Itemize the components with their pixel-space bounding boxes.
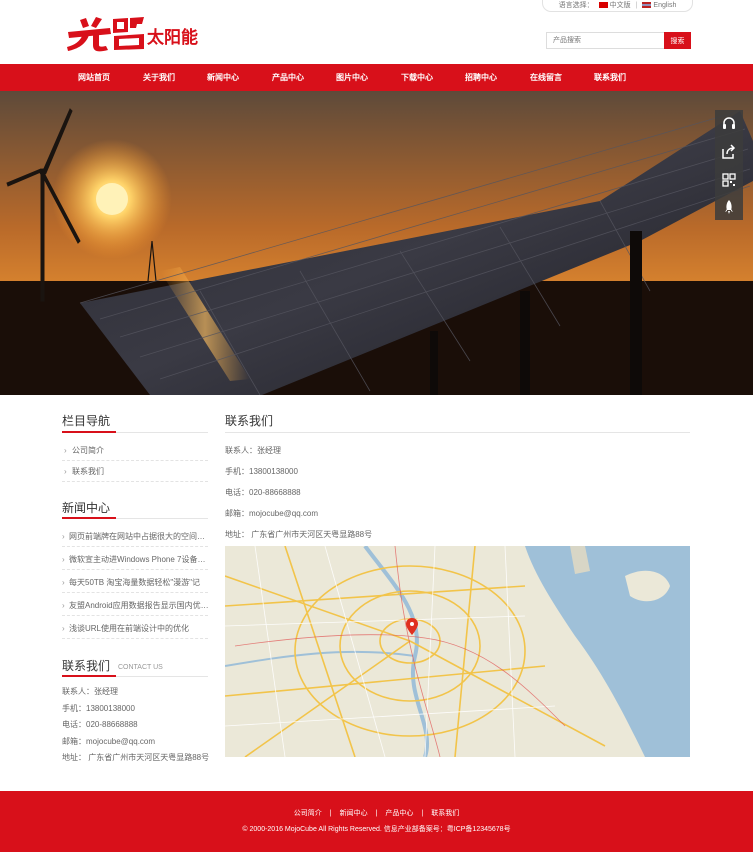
title-underline bbox=[62, 675, 116, 677]
search-button[interactable]: 搜索 bbox=[664, 32, 691, 49]
sidebar-contact-address: 地址： 广东省广州市天河区天粤显路88号 bbox=[62, 753, 210, 762]
contact-person: 联系人：张经理 bbox=[225, 446, 281, 455]
location-map[interactable] bbox=[225, 546, 690, 757]
news-item[interactable]: 浅谈URL使用在前端设计中的优化 bbox=[62, 618, 208, 639]
nav-products[interactable]: 产品中心 bbox=[258, 64, 318, 91]
header: 语言选择： 中文版 | English 太阳能 搜索 bbox=[0, 0, 753, 64]
footer-copyright: © 2000-2016 MojoCube All Rights Reserved… bbox=[242, 826, 511, 833]
title-underline bbox=[62, 517, 116, 519]
footer: 公司简介 | 新闻中心 | 产品中心 | 联系我们 © 2000-2016 MojoCube… bbox=[0, 791, 753, 852]
lang-cn-link[interactable]: 中文版 bbox=[598, 0, 631, 10]
lang-separator: | bbox=[635, 1, 638, 9]
qrcode-button[interactable] bbox=[715, 166, 743, 193]
sidebar-item-contact[interactable]: 联系我们 bbox=[62, 461, 208, 482]
contact-mobile: 手机：13800138000 bbox=[225, 467, 298, 476]
search-input[interactable] bbox=[546, 32, 664, 49]
news-item[interactable]: 微软宣主动进Windows Phone 7设备… bbox=[62, 549, 208, 570]
nav-gallery[interactable]: 图片中心 bbox=[322, 64, 382, 91]
sidebar-contact-subtitle: CONTACT US bbox=[118, 664, 163, 671]
main-nav: 网站首页 关于我们 新闻中心 产品中心 图片中心 下载中心 招聘中心 在线留言 … bbox=[0, 64, 753, 91]
language-switcher: 语言选择： 中文版 | English bbox=[542, 0, 693, 12]
nav-news[interactable]: 新闻中心 bbox=[193, 64, 253, 91]
floating-toolbar bbox=[715, 110, 743, 220]
search-bar: 搜索 bbox=[546, 32, 691, 49]
footer-link-contact[interactable]: 联系我们 bbox=[431, 810, 459, 817]
site-logo[interactable]: 太阳能 bbox=[66, 14, 204, 52]
sidebar-contact-email: 邮箱：mojocube@qq.com bbox=[62, 737, 156, 746]
nav-home[interactable]: 网站首页 bbox=[64, 64, 124, 91]
sidebar-contact-mobile: 手机：13800138000 bbox=[62, 704, 135, 713]
footer-link-company[interactable]: 公司简介 bbox=[294, 810, 322, 817]
footer-sep: | bbox=[375, 810, 378, 817]
rocket-icon bbox=[725, 199, 733, 214]
contact-address: 地址： 广东省广州市天河区天粤显路88号 bbox=[225, 530, 373, 539]
title-underline bbox=[62, 431, 116, 433]
nav-jobs[interactable]: 招聘中心 bbox=[451, 64, 511, 91]
footer-link-products[interactable]: 产品中心 bbox=[385, 810, 413, 817]
nav-about[interactable]: 关于我们 bbox=[129, 64, 189, 91]
divider bbox=[225, 432, 690, 433]
page-title: 联系我们 bbox=[225, 414, 274, 428]
map-image bbox=[225, 546, 690, 757]
back-to-top-button[interactable] bbox=[715, 193, 743, 220]
online-service-button[interactable] bbox=[715, 110, 743, 137]
lang-label: 语言选择： bbox=[558, 2, 594, 9]
nav-contact[interactable]: 联系我们 bbox=[580, 64, 640, 91]
footer-link-news[interactable]: 新闻中心 bbox=[340, 810, 368, 817]
solar-panel-photo bbox=[0, 91, 753, 395]
footer-sep: | bbox=[329, 810, 332, 817]
news-item[interactable]: 网页前端牌在网站中占据很大的空间… bbox=[62, 526, 208, 547]
sidebar-contact-person: 联系人：张经理 bbox=[62, 687, 118, 696]
qrcode-icon bbox=[722, 172, 736, 187]
china-flag-icon bbox=[598, 2, 608, 9]
footer-links: 公司简介 | 新闻中心 | 产品中心 | 联系我们 bbox=[0, 808, 753, 818]
footer-sep: | bbox=[421, 810, 424, 817]
sidebar-item-company[interactable]: 公司简介 bbox=[62, 440, 208, 461]
share-button[interactable] bbox=[715, 138, 743, 165]
share-icon bbox=[722, 143, 736, 159]
lang-en-link[interactable]: English bbox=[642, 2, 676, 9]
contact-email: 邮箱：mojocube@qq.com bbox=[225, 509, 319, 518]
headset-icon bbox=[723, 116, 735, 129]
uk-flag-icon bbox=[642, 1, 652, 8]
banner-slider[interactable] bbox=[0, 91, 753, 395]
svg-text:太阳能: 太阳能 bbox=[147, 27, 198, 47]
nav-message[interactable]: 在线留言 bbox=[516, 64, 576, 91]
news-item[interactable]: 友盟Android应用数据报告显示国内优… bbox=[62, 595, 208, 616]
news-item[interactable]: 每天50TB 淘宝海量数据轻松"漫游"记 bbox=[62, 572, 208, 593]
contact-phone: 电话：020-88668888 bbox=[225, 488, 301, 497]
nav-downloads[interactable]: 下载中心 bbox=[387, 64, 447, 91]
sidebar-contact-phone: 电话：020-88668888 bbox=[62, 720, 138, 729]
